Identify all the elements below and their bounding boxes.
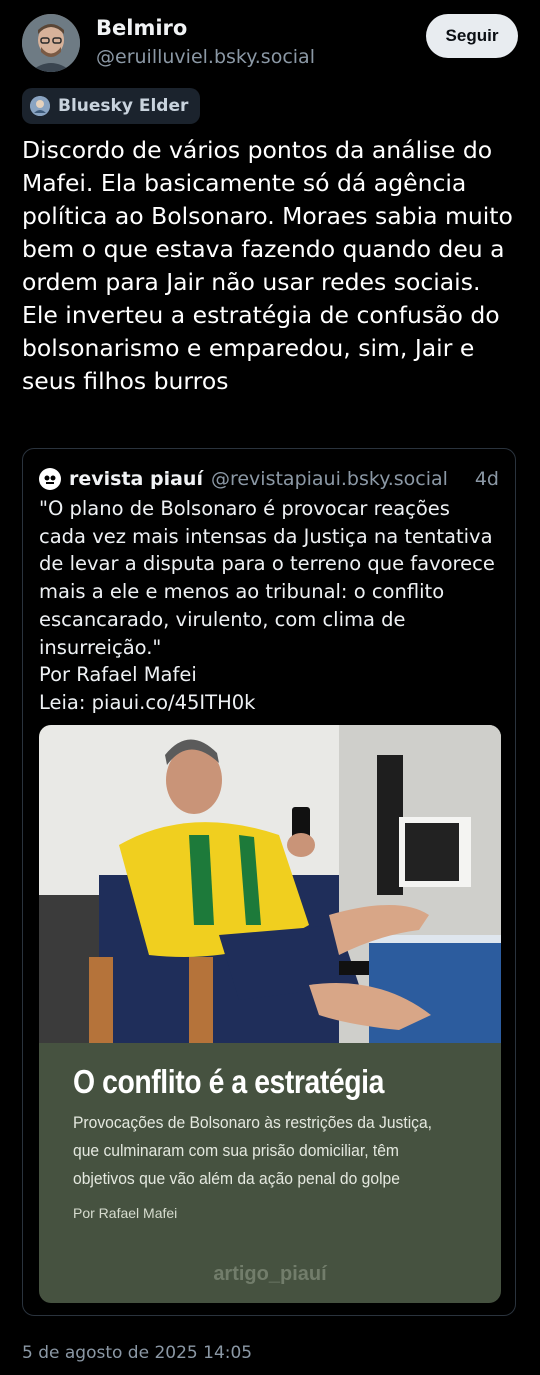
post-header: Belmiro @eruilluviel.bsky.social Seguir bbox=[22, 14, 518, 74]
quoted-author-handle[interactable]: @revistapiaui.bsky.social bbox=[211, 468, 448, 490]
article-author: Por Rafael Mafei bbox=[73, 1205, 178, 1221]
elder-badge[interactable]: Bluesky Elder bbox=[22, 88, 201, 124]
badge-label: Bluesky Elder bbox=[58, 96, 189, 116]
quoted-post-age: 4d bbox=[474, 468, 499, 490]
post-timestamp: 5 de agosto de 2025 14:05 bbox=[22, 1343, 253, 1363]
link-preview-card[interactable]: O conflito é a estratégia Provocações de… bbox=[39, 725, 501, 1303]
author-handle[interactable]: @eruilluviel.bsky.social bbox=[96, 46, 315, 68]
quoted-post[interactable]: revista piauí @revistapiaui.bsky.social … bbox=[22, 448, 516, 1316]
article-description: Provocações de Bolsonaro às restrições d… bbox=[73, 1113, 433, 1188]
author-name[interactable]: Belmiro bbox=[96, 16, 187, 40]
quoted-post-text: "O plano de Bolsonaro é provocar reações… bbox=[39, 497, 495, 714]
article-brand: artigo_piauí bbox=[213, 1263, 327, 1285]
follow-button[interactable]: Seguir bbox=[426, 14, 518, 58]
article-title: O conflito é a estratégia bbox=[73, 1063, 384, 1100]
article-photo bbox=[39, 725, 501, 1043]
quoted-author-avatar[interactable] bbox=[39, 468, 61, 490]
quoted-post-header: revista piauí @revistapiaui.bsky.social … bbox=[39, 465, 499, 493]
quoted-author-name[interactable]: revista piauí bbox=[69, 468, 203, 490]
author-avatar[interactable] bbox=[22, 14, 80, 72]
elder-badge-icon bbox=[30, 96, 50, 116]
post-text: Discordo de vários pontos da análise do … bbox=[22, 136, 513, 395]
